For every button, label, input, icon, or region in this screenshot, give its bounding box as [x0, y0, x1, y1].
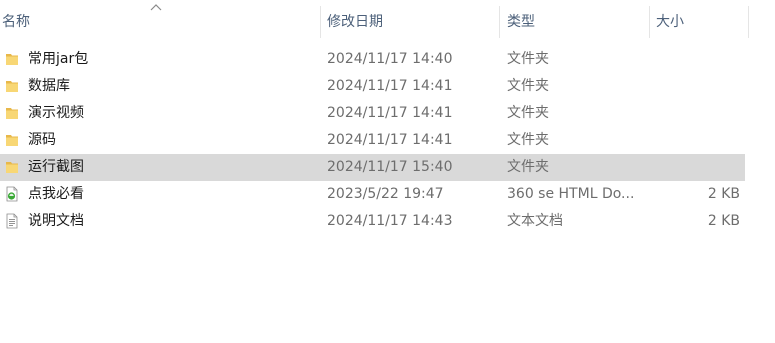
file-name: 演示视频: [28, 105, 84, 121]
folder-icon: [6, 81, 18, 92]
html-file-icon: [6, 186, 18, 202]
file-name: 常用jar包: [28, 51, 89, 67]
sort-ascending-icon: [150, 4, 162, 11]
file-name: 说明文档: [28, 213, 84, 229]
file-modified: 2024/11/17 15:40: [327, 159, 453, 175]
file-modified: 2024/11/17 14:41: [327, 132, 453, 148]
file-name: 源码: [28, 132, 56, 148]
file-type: 文件夹: [507, 105, 549, 121]
file-name: 数据库: [28, 78, 70, 94]
file-type: 文件夹: [507, 159, 549, 175]
column-header-name-label: 名称: [2, 14, 30, 30]
file-row[interactable]: 演示视频 2024/11/17 14:41 文件夹: [0, 100, 745, 127]
folder-icon: [6, 135, 18, 146]
file-row[interactable]: 数据库 2024/11/17 14:41 文件夹: [0, 73, 745, 100]
file-type: 文件夹: [507, 78, 549, 94]
file-size: 2 KB: [707, 186, 740, 202]
column-header-modified-label: 修改日期: [327, 14, 383, 30]
column-header-type[interactable]: 类型: [507, 0, 647, 40]
file-row[interactable]: 源码 2024/11/17 14:41 文件夹: [0, 127, 745, 154]
file-type: 文本文档: [507, 213, 563, 229]
column-divider[interactable]: [320, 6, 321, 38]
folder-icon: [6, 54, 18, 65]
folder-icon: [6, 162, 18, 173]
file-row-selected[interactable]: 运行截图 2024/11/17 15:40 文件夹: [0, 154, 745, 181]
text-file-icon: [6, 213, 18, 229]
file-modified: 2024/11/17 14:43: [327, 213, 453, 229]
file-size: 2 KB: [707, 213, 740, 229]
column-divider[interactable]: [748, 6, 749, 38]
file-row[interactable]: 说明文档 2024/11/17 14:43 文本文档 2 KB: [0, 208, 745, 235]
folder-icon: [6, 108, 18, 119]
file-modified: 2024/11/17 14:41: [327, 78, 453, 94]
file-row[interactable]: 点我必看 2023/5/22 19:47 360 se HTML Do... 2…: [0, 181, 745, 208]
file-name: 运行截图: [28, 159, 84, 175]
column-header-size-label: 大小: [656, 14, 684, 30]
file-modified: 2024/11/17 14:40: [327, 51, 453, 67]
column-header-size[interactable]: 大小: [656, 0, 748, 40]
column-header-type-label: 类型: [507, 14, 535, 30]
file-name: 点我必看: [28, 186, 84, 202]
column-header-bar: 名称 修改日期 类型 大小: [0, 0, 775, 40]
file-modified: 2023/5/22 19:47: [327, 186, 444, 202]
file-type: 文件夹: [507, 132, 549, 148]
column-header-modified[interactable]: 修改日期: [327, 0, 499, 40]
file-type: 360 se HTML Do...: [507, 186, 635, 202]
column-divider[interactable]: [499, 6, 500, 38]
file-modified: 2024/11/17 14:41: [327, 105, 453, 121]
file-type: 文件夹: [507, 51, 549, 67]
column-divider[interactable]: [649, 6, 650, 38]
file-row[interactable]: 常用jar包 2024/11/17 14:40 文件夹: [0, 46, 745, 73]
file-list: 常用jar包 2024/11/17 14:40 文件夹 数据库 2024/11/…: [0, 46, 775, 235]
